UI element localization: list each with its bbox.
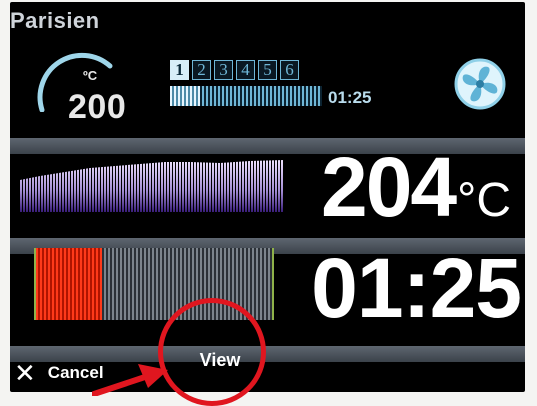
highlight-circle	[158, 298, 266, 406]
oven-temperature-unit: °C	[457, 174, 511, 227]
close-icon: ✕	[14, 358, 36, 388]
baking-steps: 123456	[170, 60, 299, 80]
setpoint-unit: ºC	[83, 68, 98, 83]
pointer-arrow-icon	[92, 364, 168, 396]
step-4[interactable]: 4	[236, 60, 255, 80]
step-3[interactable]: 3	[214, 60, 233, 80]
step-progress-fill	[170, 86, 201, 106]
remaining-time: 01:25	[311, 241, 522, 335]
step-5[interactable]: 5	[258, 60, 277, 80]
program-name: Parisien	[10, 8, 100, 33]
current-oven-temperature: 204°C	[321, 142, 511, 246]
fan-icon[interactable]	[452, 56, 508, 112]
oven-display: Parisien ºC 200 123456 01:25 204°C 01:25…	[10, 2, 525, 392]
step-6[interactable]: 6	[280, 60, 299, 80]
oven-temperature-value: 204	[320, 140, 457, 234]
temperature-history-graph	[20, 160, 284, 212]
setpoint-temperature[interactable]: 200	[68, 88, 126, 127]
timer-elapsed-fill	[36, 248, 103, 320]
step-2[interactable]: 2	[192, 60, 211, 80]
step-1[interactable]: 1	[170, 60, 189, 80]
step-progress-bar	[170, 86, 322, 106]
cancel-button[interactable]: ✕ Cancel	[14, 358, 104, 388]
step-time: 01:25	[328, 88, 372, 107]
